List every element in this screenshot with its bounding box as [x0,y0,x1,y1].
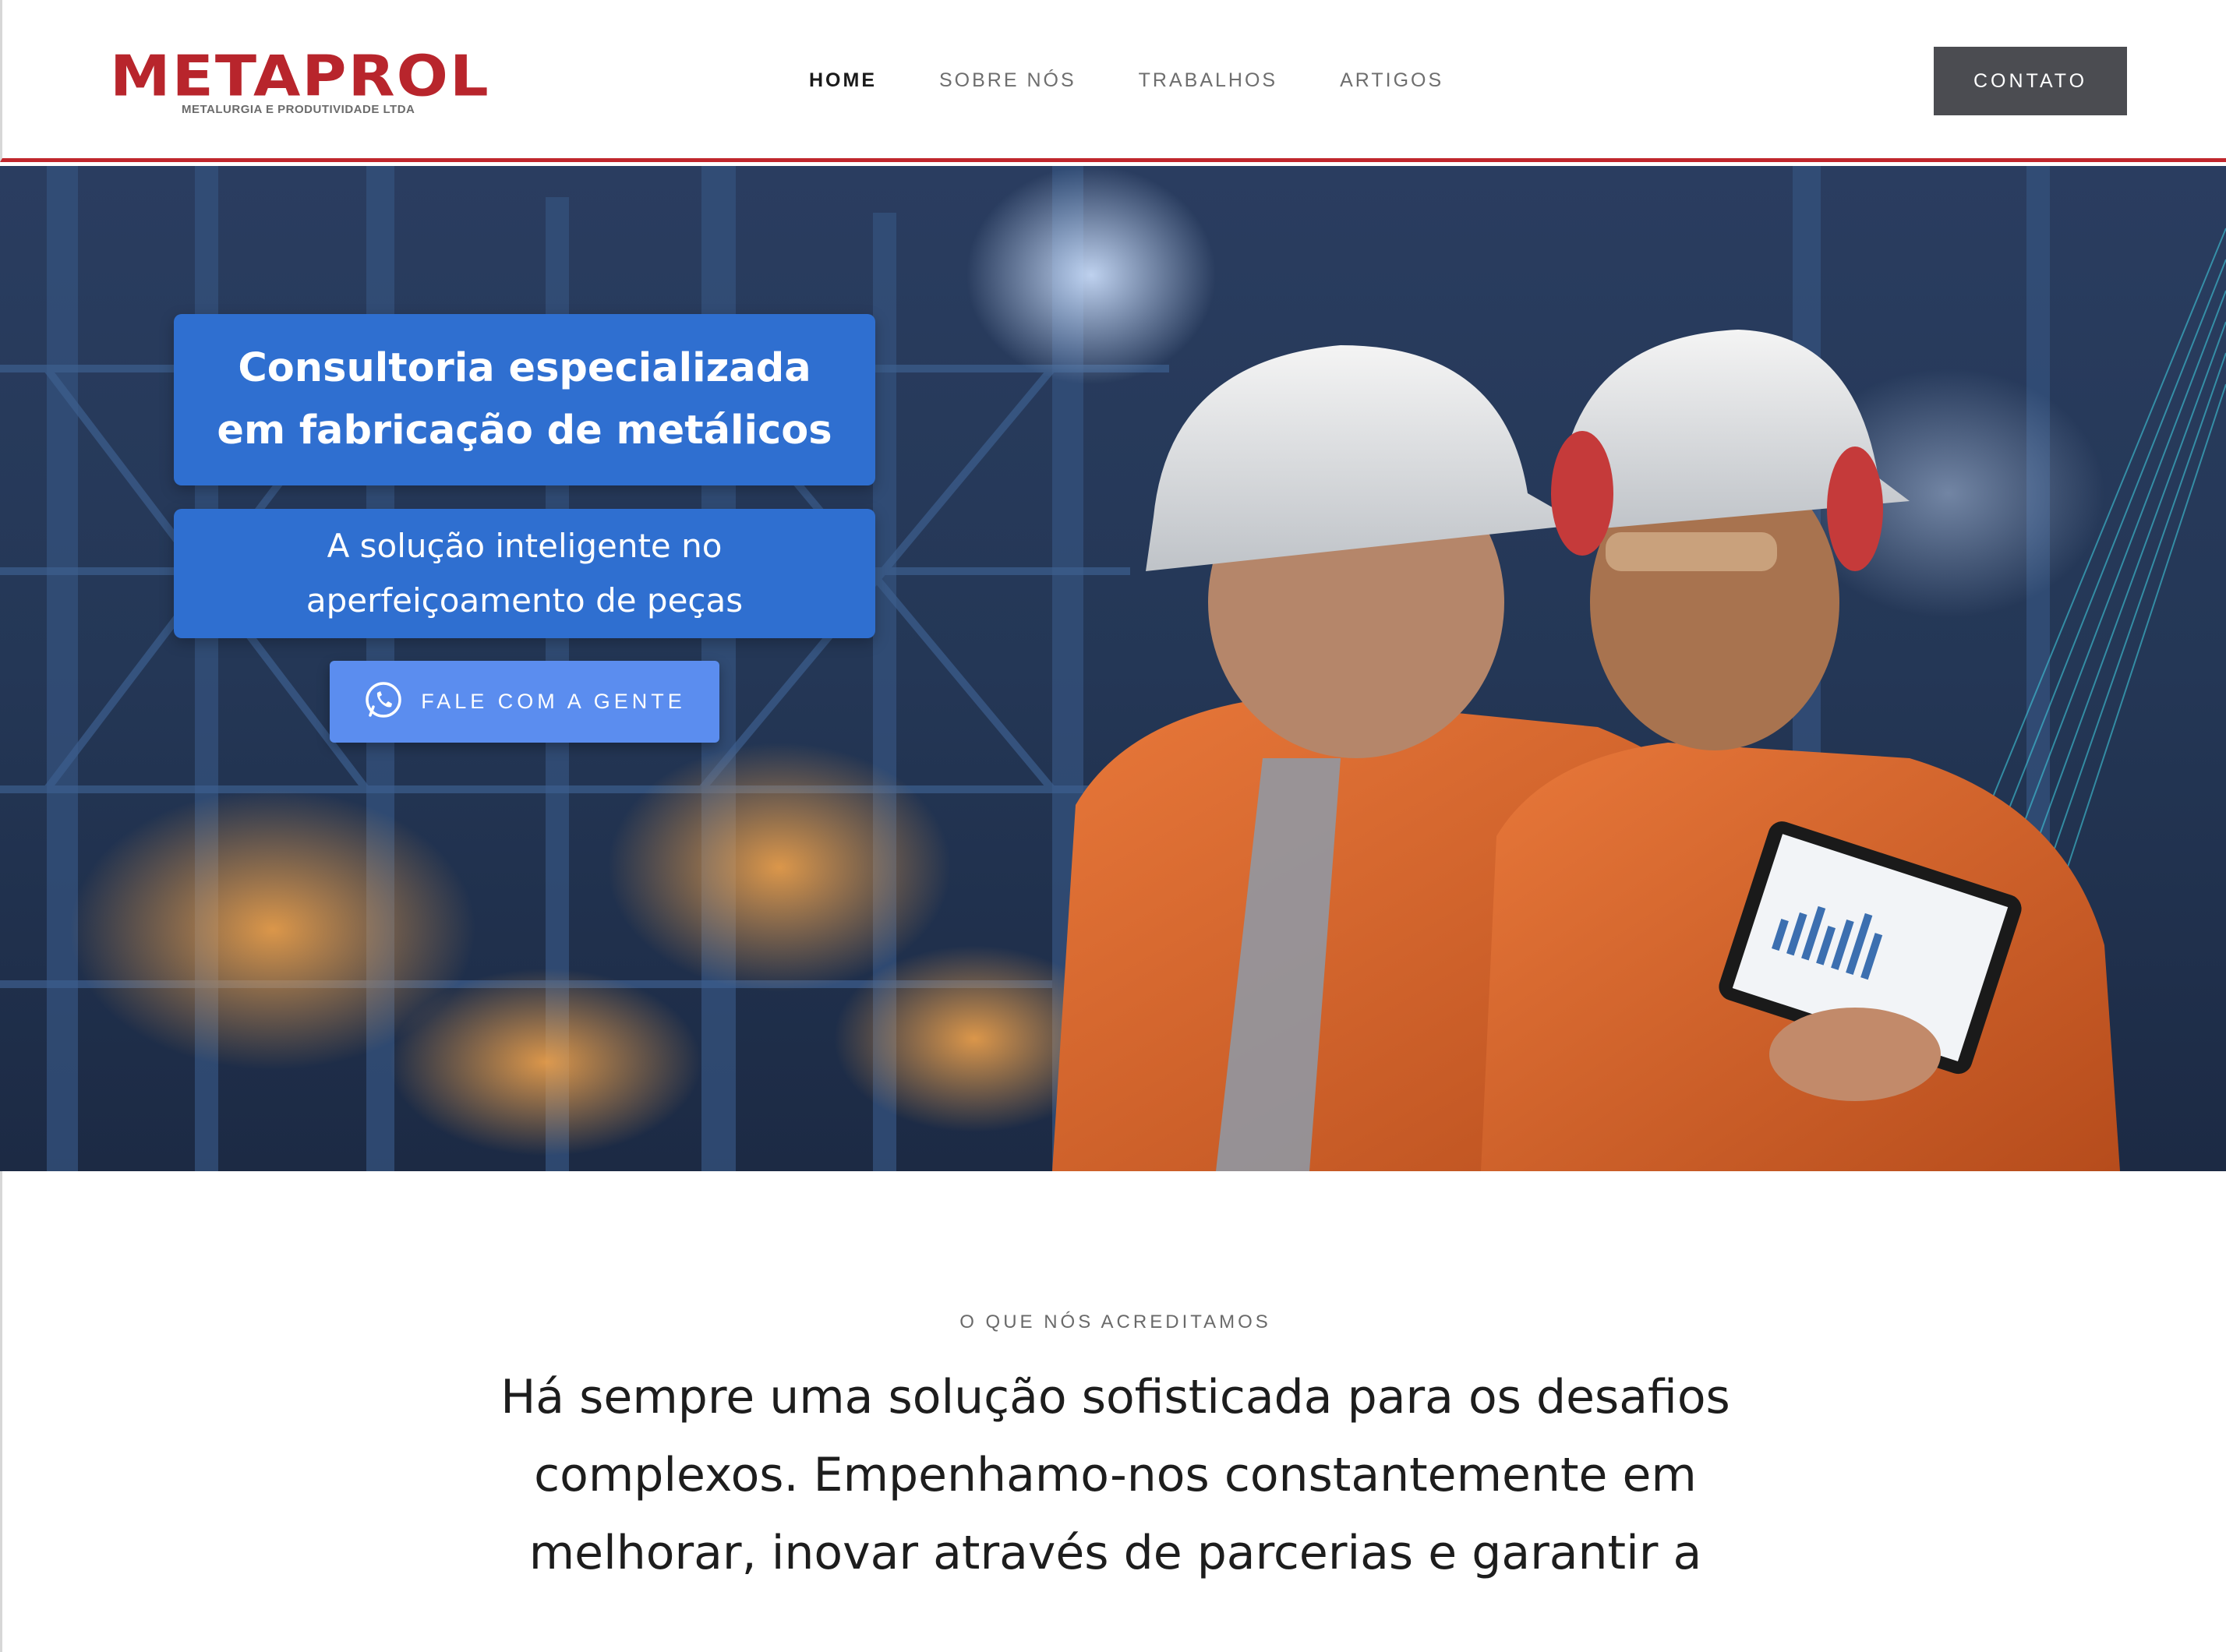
hero-subtitle-box: A solução inteligente no aperfeiçoamento… [174,509,875,638]
hero-title: Consultoria especializada em fabricação … [217,345,832,454]
cta-label: FALE COM A GENTE [421,690,686,713]
whatsapp-icon [363,680,404,724]
nav-item-sobre-nos[interactable]: SOBRE NÓS [939,66,1076,97]
hero-section: Consultoria especializada em fabricação … [0,166,2226,1171]
nav-item-artigos[interactable]: ARTIGOS [1340,66,1443,97]
main-nav: HOME SOBRE NÓS TRABALHOS ARTIGOS [809,66,1506,97]
contact-button[interactable]: CONTATO [1934,47,2127,115]
section-kicker: O QUE NÓS ACREDITAMOS [959,1311,1271,1333]
logo-subtitle: METALURGIA E PRODUTIVIDADE LTDA [182,103,415,116]
site-header: METAPROL METALURGIA E PRODUTIVIDADE LTDA… [0,0,2226,162]
whatsapp-cta-button[interactable]: FALE COM A GENTE [330,661,719,743]
logo[interactable]: METAPROL METALURGIA E PRODUTIVIDADE LTDA [110,48,489,126]
hero-subtitle: A solução inteligente no aperfeiçoamento… [306,527,744,620]
hero-title-box: Consultoria especializada em fabricação … [174,314,875,485]
page: METAPROL METALURGIA E PRODUTIVIDADE LTDA… [0,0,2226,1652]
nav-item-trabalhos[interactable]: TRABALHOS [1139,66,1277,97]
belief-statement: Há sempre uma solução sofisticada para o… [500,1370,1730,1580]
logo-wordmark: METAPROL [110,44,490,110]
nav-item-home[interactable]: HOME [809,66,877,97]
belief-section: O QUE NÓS ACREDITAMOS Há sempre uma solu… [0,1171,2226,1652]
